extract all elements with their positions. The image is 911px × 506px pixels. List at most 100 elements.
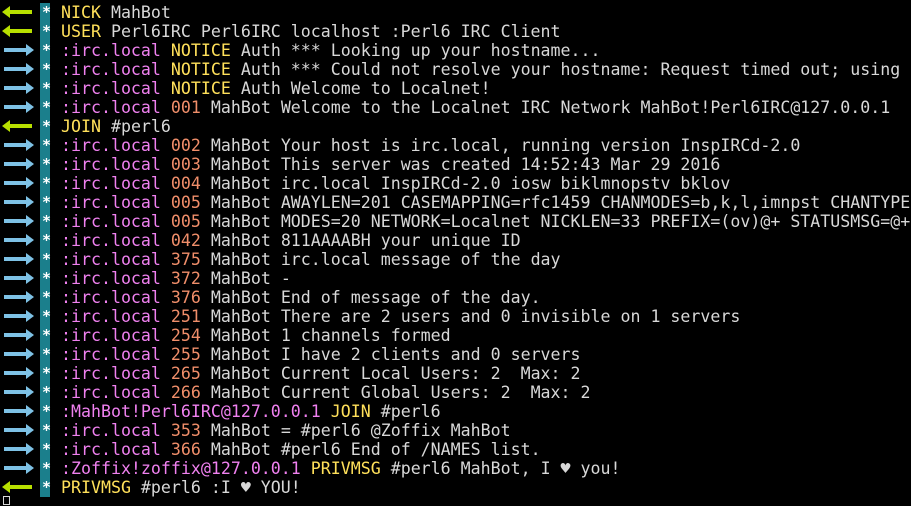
- gutter-marker: *: [42, 307, 52, 325]
- log-line: *:irc.local 372 MahBot -: [0, 269, 911, 288]
- numeric-reply: 366: [170, 440, 201, 459]
- numeric-reply: 042: [170, 231, 201, 250]
- gutter-marker: *: [42, 478, 52, 496]
- message-text: [161, 136, 171, 155]
- message-text: MahBot Your host is irc.local, running v…: [200, 136, 801, 155]
- log-line-text: :irc.local 353 MahBot = #perl6 @Zoffix M…: [61, 421, 511, 440]
- gutter-marker: *: [42, 326, 52, 344]
- incoming-arrow-icon: [4, 234, 34, 246]
- log-line: *:irc.local 003 MahBot This server was c…: [0, 155, 911, 174]
- log-line: *:irc.local 375 MahBot irc.local message…: [0, 250, 911, 269]
- log-line-text: :irc.local 002 MahBot Your host is irc.l…: [61, 136, 800, 155]
- message-text: [161, 212, 171, 231]
- terminal-window[interactable]: * NICK MahBot * USER Perl6IRC Perl6IRC loca…: [0, 0, 911, 506]
- log-line: * NICK MahBot: [0, 3, 911, 22]
- irc-command: NOTICE: [170, 60, 231, 79]
- irc-command: JOIN: [330, 402, 371, 421]
- gutter-marker: *: [42, 383, 52, 401]
- message-text: [161, 269, 171, 288]
- log-line: * JOIN #perl6: [0, 117, 911, 136]
- numeric-reply: 005: [170, 212, 201, 231]
- irc-command: NOTICE: [170, 41, 231, 60]
- log-line: *:irc.local 255 MahBot I have 2 clients …: [0, 345, 911, 364]
- message-source: :MahBot!Perl6IRC@127.0.0.1: [61, 402, 321, 421]
- incoming-arrow-icon: [4, 386, 34, 398]
- gutter-marker: *: [42, 155, 52, 173]
- message-text: #perl6: [100, 117, 171, 136]
- message-text: MahBot This server was created 14:52:43 …: [200, 155, 721, 174]
- numeric-reply: 001: [170, 98, 201, 117]
- log-line-text: NICK MahBot: [61, 3, 171, 22]
- irc-command: JOIN: [61, 117, 101, 136]
- log-line: *:irc.local 002 MahBot Your host is irc.…: [0, 136, 911, 155]
- gutter-marker: *: [42, 212, 52, 230]
- gutter-marker: *: [42, 22, 52, 40]
- log-line-text: :irc.local 376 MahBot End of message of …: [61, 288, 541, 307]
- outgoing-arrow-icon: [2, 120, 32, 132]
- log-line: *:irc.local 366 MahBot #perl6 End of /NA…: [0, 440, 911, 459]
- message-text: Perl6IRC Perl6IRC localhost :Perl6 IRC C…: [100, 22, 561, 41]
- log-line-text: :irc.local 001 MahBot Welcome to the Loc…: [61, 98, 890, 117]
- message-text: [161, 421, 171, 440]
- numeric-reply: 265: [170, 364, 201, 383]
- message-text: MahBot Current Global Users: 2 Max: 2: [200, 383, 591, 402]
- message-text: MahBot Welcome to the Localnet IRC Netwo…: [200, 98, 891, 117]
- log-line-text: :irc.local NOTICE Auth *** Looking up yo…: [61, 41, 601, 60]
- incoming-arrow-icon: [4, 272, 34, 284]
- log-line-text: USER Perl6IRC Perl6IRC localhost :Perl6 …: [61, 22, 561, 41]
- incoming-arrow-icon: [4, 139, 34, 151]
- incoming-arrow-icon: [4, 462, 34, 474]
- message-text: MahBot I have 2 clients and 0 servers: [200, 345, 581, 364]
- log-line: *:irc.local 266 MahBot Current Global Us…: [0, 383, 911, 402]
- numeric-reply: 004: [170, 174, 201, 193]
- log-line-text: :irc.local 265 MahBot Current Local User…: [61, 364, 581, 383]
- message-text: [161, 364, 171, 383]
- log-line-text: :irc.local 042 MahBot 811AAAABH your uni…: [61, 231, 521, 250]
- message-text: MahBot 1 channels formed: [200, 326, 451, 345]
- message-text: MahBot irc.local InspIRCd-2.0 iosw biklm…: [200, 174, 731, 193]
- gutter-marker: *: [42, 402, 52, 420]
- message-text: #perl6 MahBot, I ♥ you!: [380, 459, 621, 478]
- log-line-text: :irc.local NOTICE Auth Welcome to Localn…: [61, 79, 491, 98]
- message-source: :irc.local: [61, 231, 161, 250]
- log-line: *:irc.local NOTICE Auth *** Looking up y…: [0, 41, 911, 60]
- gutter-marker: *: [42, 421, 52, 439]
- log-line: *:irc.local 004 MahBot irc.local InspIRC…: [0, 174, 911, 193]
- gutter-marker: *: [42, 117, 52, 135]
- incoming-arrow-icon: [4, 196, 34, 208]
- incoming-arrow-icon: [4, 215, 34, 227]
- log-line: * :irc.local 254 MahBot 1 channels formed: [0, 326, 911, 345]
- message-text: MahBot AWAYLEN=201 CASEMAPPING=rfc1459 C…: [200, 193, 911, 212]
- message-source: :irc.local: [61, 364, 161, 383]
- numeric-reply: 005: [170, 193, 201, 212]
- message-source: :irc.local: [61, 383, 161, 402]
- message-source: :irc.local: [61, 250, 161, 269]
- gutter-marker: *: [42, 459, 52, 477]
- irc-command: NOTICE: [170, 79, 231, 98]
- message-text: MahBot = #perl6 @Zoffix MahBot: [200, 421, 511, 440]
- log-line-text: :irc.local 254 MahBot 1 channels formed: [61, 326, 451, 345]
- message-text: MahBot There are 2 users and 0 invisible…: [200, 307, 741, 326]
- log-line: *:MahBot!Perl6IRC@127.0.0.1 JOIN #perl6: [0, 402, 911, 421]
- message-text: [161, 60, 171, 79]
- message-text: [321, 402, 331, 421]
- log-line-text: :irc.local 004 MahBot irc.local InspIRCd…: [61, 174, 730, 193]
- incoming-arrow-icon: [4, 177, 34, 189]
- log-line-text: :irc.local 372 MahBot -: [61, 269, 291, 288]
- message-text: [161, 193, 171, 212]
- incoming-arrow-icon: [4, 44, 34, 56]
- log-line: *:irc.local 005 MahBot MODES=20 NETWORK=…: [0, 212, 911, 231]
- log-line-text: :irc.local 375 MahBot irc.local message …: [61, 250, 561, 269]
- irc-command: NICK: [61, 3, 101, 22]
- message-text: Auth Welcome to Localnet!: [230, 79, 491, 98]
- terminal-cursor: [3, 496, 10, 505]
- log-line-text: PRIVMSG #perl6 :I ♥ YOU!: [61, 478, 301, 497]
- gutter-marker: *: [42, 288, 52, 306]
- message-text: [161, 288, 171, 307]
- message-text: [161, 326, 171, 345]
- message-source: :irc.local: [61, 41, 161, 60]
- gutter-marker: *: [42, 193, 52, 211]
- message-text: MahBot 811AAAABH your unique ID: [200, 231, 521, 250]
- numeric-reply: 353: [170, 421, 201, 440]
- gutter-marker: *: [42, 345, 52, 363]
